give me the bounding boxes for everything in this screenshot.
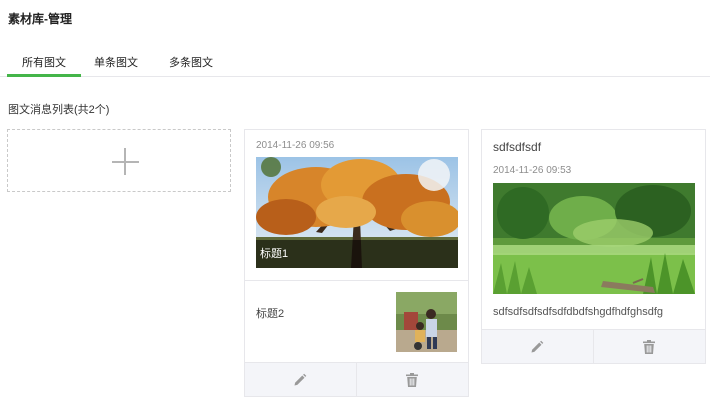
delete-button[interactable] xyxy=(357,363,469,396)
tab-single-news[interactable]: 单条图文 xyxy=(86,55,146,77)
edit-button[interactable] xyxy=(245,363,357,396)
page-title: 素材库-管理 xyxy=(8,12,72,26)
news-card-multi: 2014-11-26 09:56 标题1 标题2 xyxy=(244,129,469,397)
article-cover[interactable] xyxy=(493,183,695,294)
card-actions xyxy=(482,329,705,363)
add-news-button[interactable] xyxy=(7,129,231,192)
news-time: 2014-11-26 09:53 xyxy=(493,165,572,176)
pencil-icon xyxy=(294,373,307,385)
card-actions xyxy=(245,362,468,396)
edit-button[interactable] xyxy=(482,330,594,363)
sub-article-title: 标题2 xyxy=(256,308,285,320)
article-digest: sdfsdfsdfsdfsdfdbdfshgdfhdfghsdfg xyxy=(493,306,664,318)
trash-icon xyxy=(406,372,419,387)
tab-bar: 所有图文 单条图文 多条图文 xyxy=(0,55,710,77)
main-article-title: 标题1 xyxy=(260,248,289,260)
grass-field-photo xyxy=(493,183,695,294)
main-article-cover[interactable]: 标题1 xyxy=(256,157,458,268)
trash-icon xyxy=(643,339,656,354)
list-count-label: 图文消息列表(共2个) xyxy=(8,104,110,116)
sub-article-item[interactable]: 标题2 xyxy=(245,280,468,362)
tab-multi-news[interactable]: 多条图文 xyxy=(160,55,222,77)
article-title: sdfsdfsdf xyxy=(493,140,542,154)
sub-article-thumb xyxy=(396,292,457,352)
news-card-single: sdfsdfsdf 2014-11-26 09:53 sdfsdfsdfsdfs… xyxy=(481,129,706,364)
people-photo xyxy=(396,292,457,352)
delete-button[interactable] xyxy=(594,330,706,363)
news-time: 2014-11-26 09:56 xyxy=(256,140,335,151)
tab-all-news[interactable]: 所有图文 xyxy=(7,55,81,77)
pencil-icon xyxy=(531,340,544,352)
